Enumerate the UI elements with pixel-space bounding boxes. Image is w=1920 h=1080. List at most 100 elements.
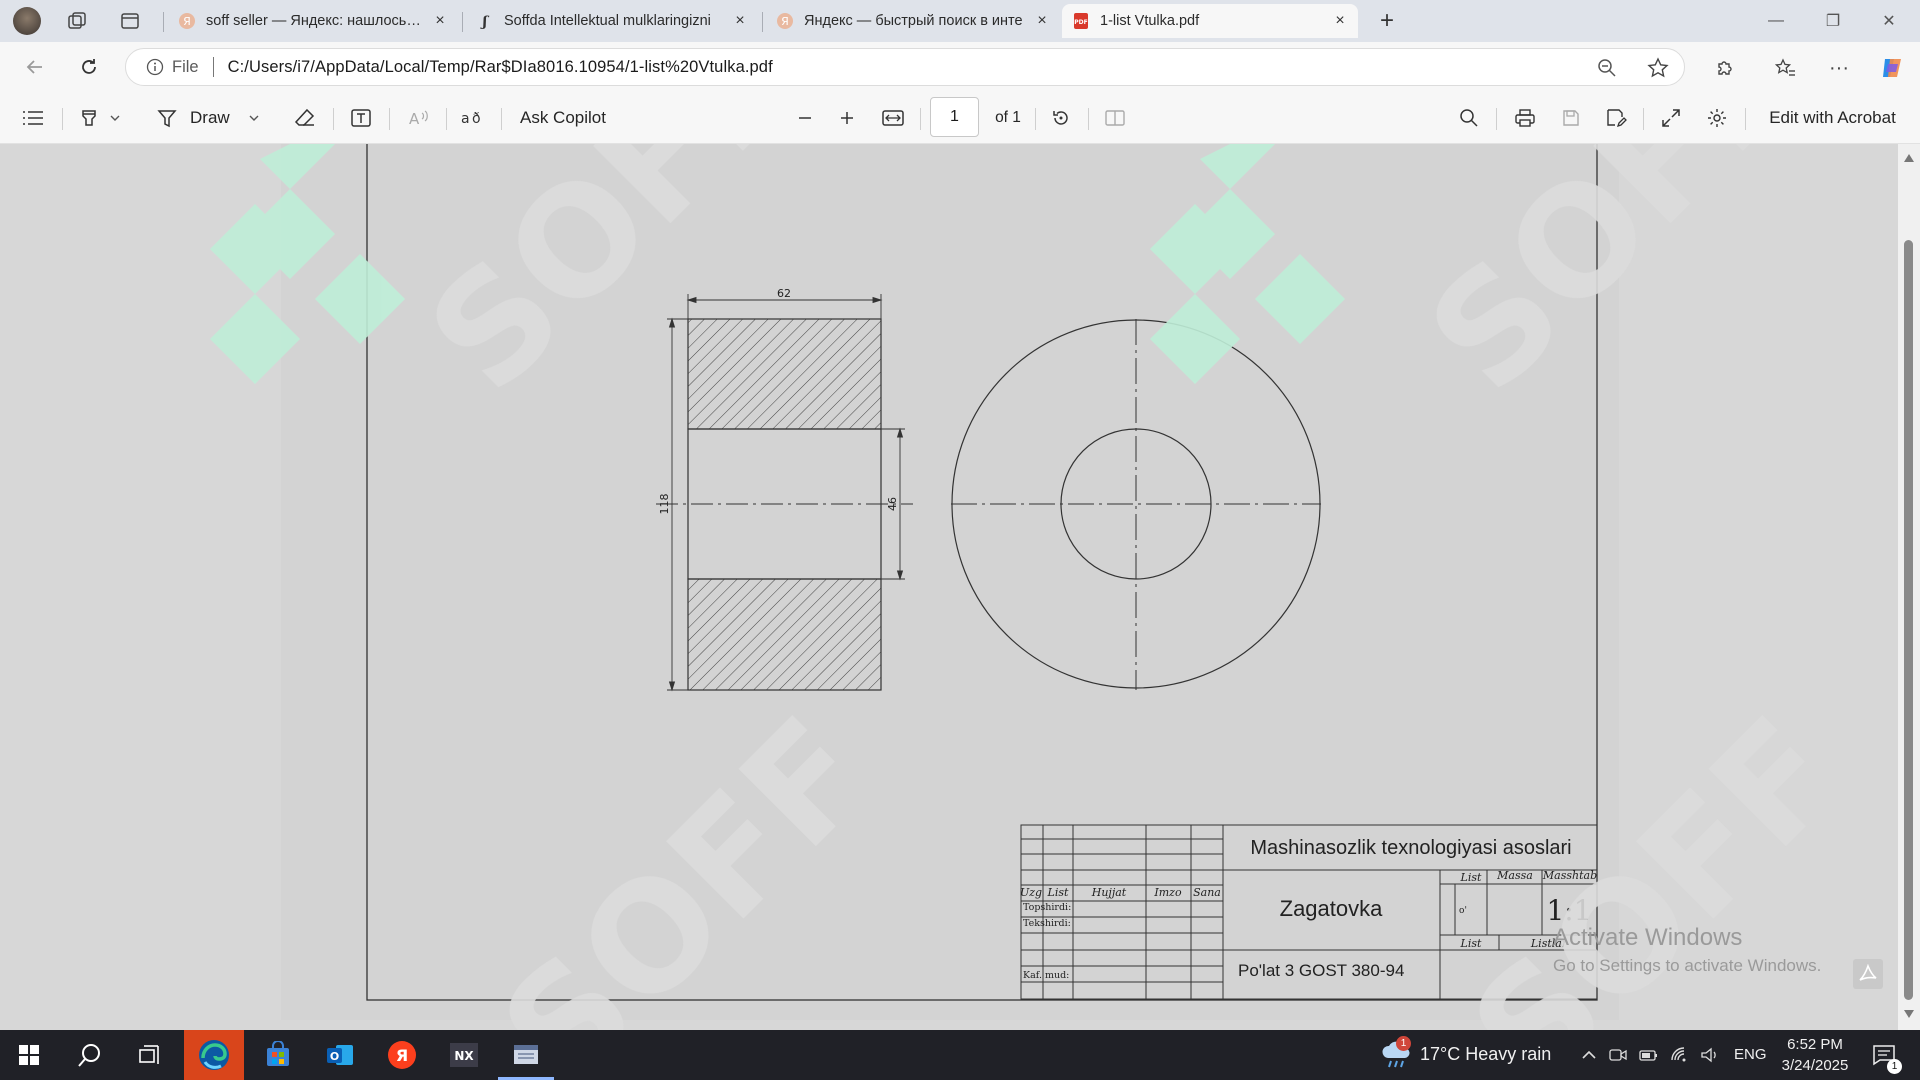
taskbar-outlook[interactable]: O [312,1030,368,1080]
start-button[interactable] [0,1030,58,1080]
taskbar-archiver[interactable] [498,1030,554,1080]
close-window-button[interactable]: ✕ [1866,6,1912,36]
more-menu-button[interactable]: ··· [1826,55,1852,81]
svg-text:Я: Я [183,15,191,28]
print-button[interactable] [1510,102,1540,134]
volume-button[interactable] [1697,1030,1723,1080]
task-view-button[interactable] [122,1030,178,1080]
contents-button[interactable] [18,102,48,134]
camera-icon [1609,1049,1627,1061]
scroll-down-icon[interactable] [1904,1010,1914,1018]
back-button[interactable] [18,51,52,83]
expand-icon [1662,109,1680,127]
zoom-icon [1598,59,1616,77]
pdf-viewer-area[interactable]: 62 118 46 Uzg List Hujjat Imzo Sana List… [0,144,1898,1030]
windows-taskbar: O Я NX 1 17°C Heavy rain ENG 6:52 PM 3/2… [0,1030,1920,1080]
puzzle-icon [1718,61,1732,75]
battery-button[interactable] [1636,1030,1662,1080]
activate-windows-notice: Activate Windows Go to Settings to activ… [1553,924,1821,976]
tab-close-button[interactable]: × [432,12,448,30]
taskbar-edge[interactable] [184,1030,244,1080]
new-tab-button[interactable]: + [1371,6,1403,36]
favorite-button[interactable] [1645,55,1671,81]
site-info-button[interactable]: File [146,58,199,77]
notifications-button[interactable]: 1 [1862,1030,1906,1080]
tray-overflow-button[interactable] [1578,1030,1600,1080]
search-button[interactable] [62,1030,118,1080]
translate-button[interactable]: að [458,102,488,134]
list-icon [23,111,43,125]
draw-button[interactable]: Draw [156,102,268,134]
watermark-text: SOFF [469,686,904,1030]
input-language[interactable]: ENG [1734,1046,1767,1063]
ask-copilot-button[interactable]: Ask Copilot [520,102,630,134]
taskbar-nx[interactable]: NX [436,1030,492,1080]
soff-watermark: SOFF SOFF SOFF SOFF [210,144,1874,1030]
workspaces-button[interactable] [61,6,93,36]
windows-logo-icon [19,1045,39,1065]
refresh-button[interactable] [72,51,106,83]
edit-with-acrobat-button[interactable]: Edit with Acrobat [1760,102,1905,134]
save-as-button[interactable] [1601,102,1631,134]
chevron-up-icon [1582,1050,1596,1059]
rotate-button[interactable] [1046,102,1076,134]
meet-now-button[interactable] [1606,1030,1630,1080]
acrobat-badge[interactable] [1853,959,1883,989]
watermark-logo-left [210,144,405,384]
address-field[interactable]: File C:/Users/i7/AppData/Local/Temp/Rar$… [125,48,1685,86]
zoom-in-button[interactable] [832,102,862,134]
svg-text:Я: Я [781,15,789,28]
minimize-button[interactable]: — [1753,6,1799,36]
soff-icon: ʃ [480,14,490,30]
taskbar-store[interactable] [250,1030,306,1080]
plus-icon [841,112,853,124]
zoom-out-button[interactable] [790,102,820,134]
network-button[interactable] [1666,1030,1694,1080]
tab-soffda[interactable]: ʃ Soffda Intellektual mulklaringizni × [466,4,758,38]
taskbar-yandex-browser[interactable]: Я [374,1030,430,1080]
erase-button[interactable] [290,102,320,134]
zoom-out-indicator[interactable] [1594,55,1620,81]
tab-actions-button[interactable] [114,6,146,36]
restore-button[interactable]: ❐ [1810,6,1856,36]
find-button[interactable] [1454,102,1484,134]
nx-icon: NX [450,1043,478,1067]
save-as-icon [1607,109,1627,128]
search-icon [78,1044,100,1067]
fullscreen-button[interactable] [1656,102,1686,134]
weather-text[interactable]: 17°C Heavy rain [1420,1044,1551,1065]
copilot-button[interactable] [1879,55,1905,81]
tab-pdf-active[interactable]: PDF 1-list Vtulka.pdf × [1062,4,1358,38]
tab-yandex-search[interactable]: Я soff seller — Яндекс: нашлось 14 × [168,4,458,38]
page-number-input[interactable]: 1 [930,97,979,137]
watermark-text: SOFF [1439,686,1874,1030]
watermark-text: SOFF [1397,144,1832,425]
text-box-icon [351,109,371,127]
tab-yandex-home[interactable]: Я Яндекс — быстрый поиск в инте × [766,4,1060,38]
highlighter-icon [82,110,96,126]
back-arrow-icon [26,60,42,74]
favorites-icon [1774,58,1795,76]
outlook-icon: O [327,1045,353,1065]
tab-close-button[interactable]: × [732,12,748,30]
pdf-settings-button[interactable] [1702,102,1732,134]
highlight-button[interactable] [74,102,126,134]
workspaces-icon [68,12,86,29]
store-icon [267,1041,289,1066]
minus-icon [799,117,811,119]
scroll-up-icon[interactable] [1904,154,1914,162]
weather-button[interactable]: 1 [1374,1030,1420,1080]
profile-avatar[interactable] [11,6,43,36]
activate-title: Activate Windows [1553,924,1743,951]
tab-close-button[interactable]: × [1034,12,1050,30]
tab-close-button[interactable]: × [1332,12,1348,30]
favorites-bar-button[interactable] [1772,55,1798,81]
tab-title: 1-list Vtulka.pdf [1100,13,1200,29]
clock[interactable]: 6:52 PM 3/24/2025 [1775,1034,1855,1076]
url-text[interactable]: C:/Users/i7/AppData/Local/Temp/Rar$DIa80… [228,58,773,77]
vertical-scrollbar[interactable] [1898,144,1920,1030]
extensions-button[interactable] [1712,55,1738,81]
fit-to-width-button[interactable] [878,102,908,134]
scrollbar-thumb[interactable] [1904,240,1913,1000]
add-text-button[interactable] [346,102,376,134]
